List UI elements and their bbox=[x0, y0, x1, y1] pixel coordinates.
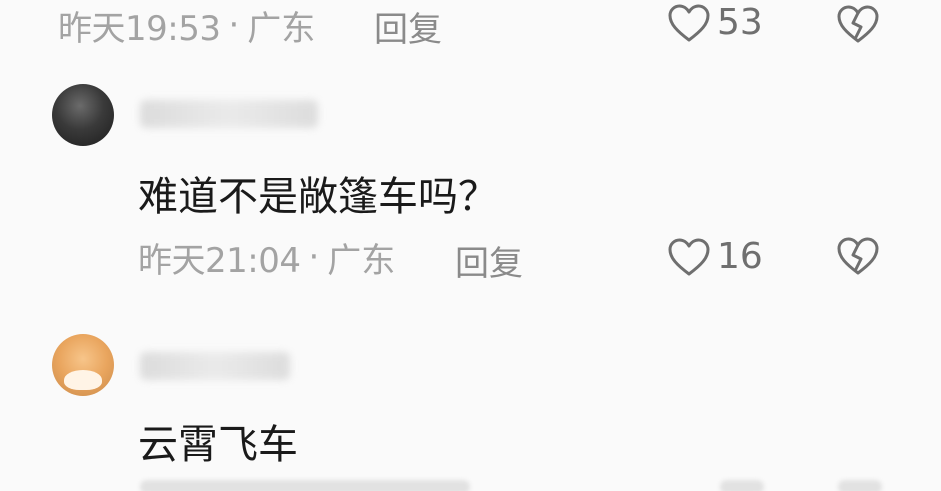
comment-timestamp: 昨天21:04 bbox=[138, 240, 301, 281]
heart-outline-icon bbox=[668, 4, 710, 41]
like-count: 53 bbox=[717, 2, 763, 43]
comment-meta-cutoff bbox=[140, 480, 470, 491]
comment-text: 难道不是敞篷车吗？ bbox=[138, 174, 498, 220]
broken-heart-icon bbox=[837, 5, 879, 43]
broken-heart-icon bbox=[837, 237, 879, 275]
dislike-button[interactable] bbox=[836, 236, 880, 276]
reply-button[interactable]: 回复 bbox=[374, 2, 442, 51]
meta-separator: · bbox=[308, 237, 320, 277]
avatar-face bbox=[64, 370, 102, 390]
avatar[interactable] bbox=[52, 84, 114, 146]
avatar[interactable] bbox=[52, 334, 114, 396]
heart-outline-icon bbox=[668, 238, 710, 275]
like-button[interactable]: 53 bbox=[667, 2, 763, 43]
meta-separator: · bbox=[228, 5, 240, 45]
comment-timestamp: 昨天19:53 bbox=[58, 8, 221, 49]
comment-location: 广东 bbox=[327, 240, 396, 281]
comment-meta: 昨天19:53 · 广东 bbox=[58, 0, 315, 50]
like-count: 16 bbox=[717, 236, 763, 277]
dislike-button[interactable] bbox=[836, 4, 880, 44]
username-blurred[interactable] bbox=[140, 100, 318, 128]
comment-list: 昨天19:53 · 广东 回复 53 难道不是敞篷车吗？ 昨天21:04 · 广… bbox=[0, 0, 941, 491]
comment-location: 广东 bbox=[247, 8, 316, 49]
broken-heart-icon[interactable] bbox=[838, 480, 882, 491]
like-button[interactable]: 16 bbox=[667, 236, 763, 277]
comment-meta: 昨天21:04 · 广东 bbox=[138, 232, 395, 282]
username-blurred[interactable] bbox=[140, 352, 290, 380]
reply-button[interactable]: 回复 bbox=[455, 236, 523, 285]
heart-outline-icon[interactable] bbox=[720, 480, 764, 491]
comment-text: 云霄飞车 bbox=[138, 422, 298, 468]
